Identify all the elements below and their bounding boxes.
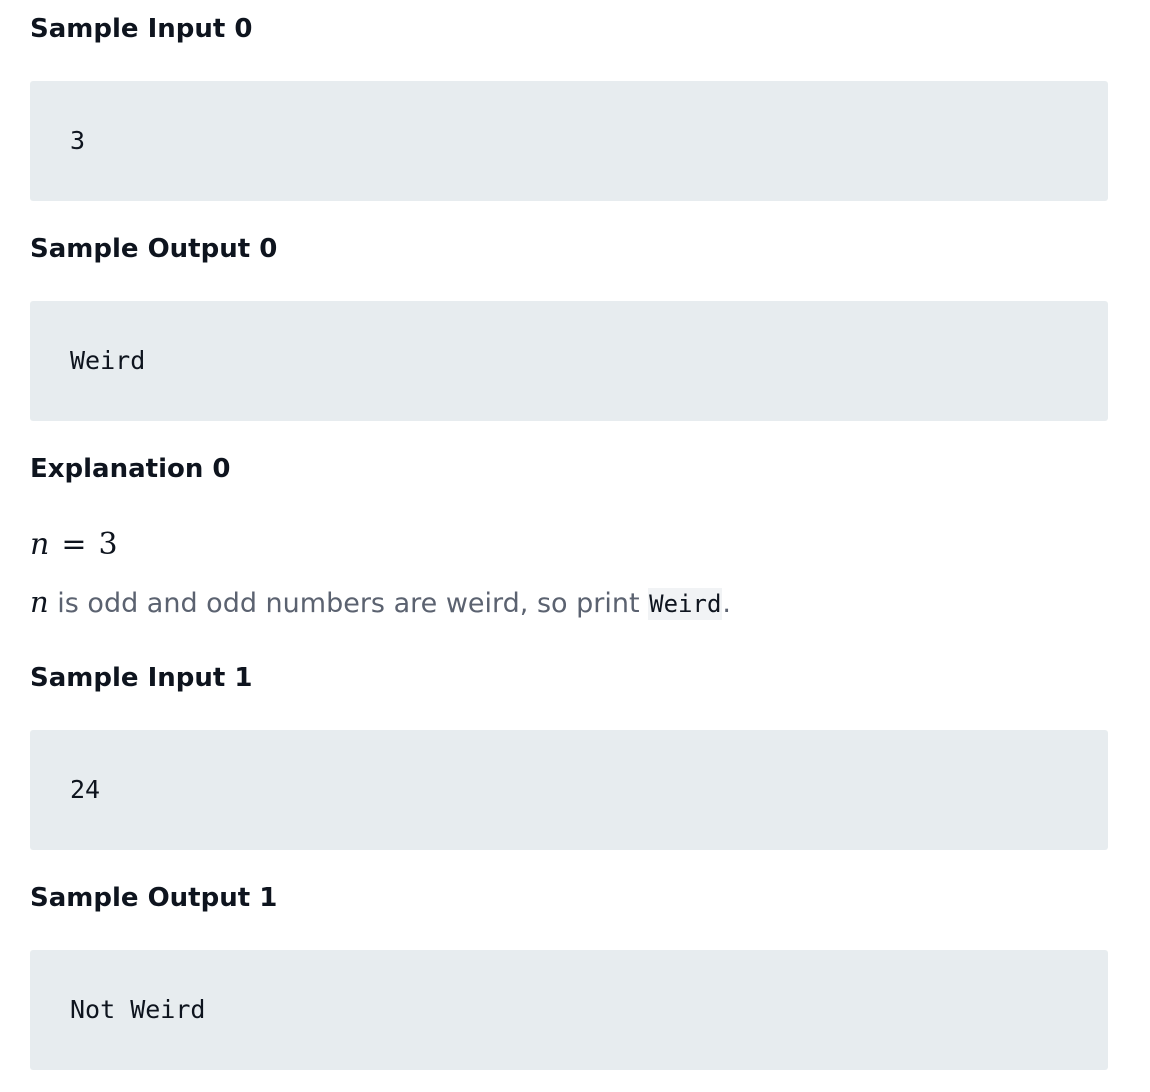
sample-output-1-value: Not Weird <box>70 995 206 1024</box>
explanation-sentence: is odd and odd numbers are weird, so pri… <box>48 588 649 619</box>
sample-input-1-block: 24 <box>30 730 1108 850</box>
explanation-0-equation: n = 3 <box>30 527 118 563</box>
equation-value: 3 <box>98 527 118 562</box>
explanation-variable: n <box>30 585 49 619</box>
explanation-0-text: n is odd and odd numbers are weird, so p… <box>30 584 731 622</box>
equation-operator: = <box>61 527 87 562</box>
sample-output-0-block: Weird <box>30 301 1108 421</box>
explanation-0-heading: Explanation 0 <box>30 454 231 484</box>
sample-output-0-value: Weird <box>70 346 146 375</box>
sample-input-0-value: 3 <box>70 126 86 155</box>
sample-input-0-heading: Sample Input 0 <box>30 14 253 44</box>
sample-output-0-heading: Sample Output 0 <box>30 234 278 264</box>
sample-output-1-heading: Sample Output 1 <box>30 883 278 913</box>
sample-output-1-block: Not Weird <box>30 950 1108 1070</box>
equation-variable: n <box>30 527 50 562</box>
explanation-inline-code: Weird <box>648 588 723 620</box>
sample-input-1-value: 24 <box>70 775 101 804</box>
sample-input-1-heading: Sample Input 1 <box>30 663 253 693</box>
sample-input-0-block: 3 <box>30 81 1108 201</box>
explanation-suffix: . <box>722 588 731 619</box>
